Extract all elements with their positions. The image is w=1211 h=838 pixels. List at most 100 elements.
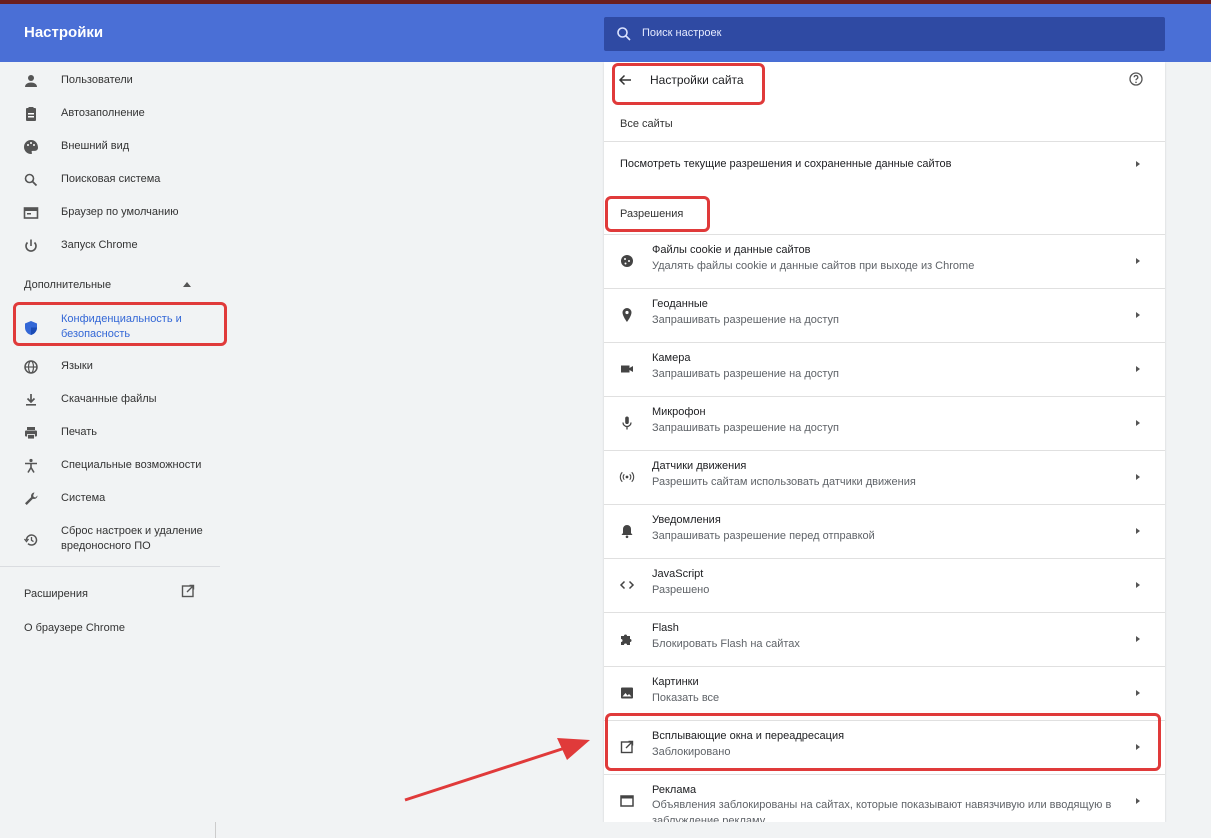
search-placeholder: Поиск настроек	[642, 27, 722, 39]
sidebar-item-system[interactable]: Система	[0, 486, 220, 512]
sidebar-item-reset[interactable]: Сброс настроек и удаление вредоносного П…	[0, 524, 220, 556]
chevron-right-icon	[1136, 420, 1140, 426]
bottom-bar	[0, 822, 1211, 838]
search-icon	[617, 27, 631, 41]
sidebar-item-label: Браузер по умолчанию	[61, 206, 179, 218]
chevron-right-icon	[1136, 474, 1140, 480]
wrench-icon	[25, 492, 38, 505]
sensors-icon	[619, 471, 635, 483]
row-subtitle: Запрашивать разрешение перед отправкой	[652, 530, 875, 542]
row-title: Всплывающие окна и переадресация	[652, 730, 845, 742]
permission-row-popups[interactable]: Всплывающие окна и переадресация Заблоки…	[604, 720, 1165, 774]
sidebar-item-label: Скачанные файлы	[61, 393, 157, 405]
restore-icon	[23, 534, 38, 546]
search-icon	[24, 173, 38, 187]
permission-row-location[interactable]: Геоданные Запрашивать разрешение на дост…	[604, 288, 1165, 342]
search-input[interactable]: Поиск настроек	[604, 17, 1165, 51]
sidebar-item-label: Внешний вид	[61, 140, 130, 152]
permission-row-cookies[interactable]: Файлы cookie и данные сайтов Удалять фай…	[604, 234, 1165, 288]
sidebar-item-label: Система	[61, 492, 106, 504]
row-subtitle: Заблокировано	[652, 746, 731, 758]
sidebar-item-appearance[interactable]: Внешний вид	[0, 134, 220, 160]
help-icon[interactable]	[1128, 71, 1144, 87]
sidebar-item-downloads[interactable]: Скачанные файлы	[0, 387, 220, 413]
clipboard-icon	[26, 107, 36, 121]
permission-row-flash[interactable]: Flash Блокировать Flash на сайтах	[604, 612, 1165, 666]
sidebar-item-accessibility[interactable]: Специальные возможности	[0, 453, 220, 479]
row-title: Файлы cookie и данные сайтов	[652, 244, 811, 256]
open-in-new-icon[interactable]	[181, 584, 195, 598]
sidebar-item-autofill[interactable]: Автозаполнение	[0, 101, 220, 127]
chevron-right-icon	[1136, 744, 1140, 750]
sidebar-item-default-browser[interactable]: Браузер по умолчанию	[0, 200, 220, 226]
row-title: Камера	[652, 352, 691, 364]
row-title: Датчики движения	[652, 460, 747, 472]
permission-row-sensors[interactable]: Датчики движения Разрешить сайтам исполь…	[604, 450, 1165, 504]
sidebar-item-printing[interactable]: Печать	[0, 420, 220, 446]
sidebar-item-label: Конфиденциальность и безопасность	[61, 313, 182, 340]
download-icon	[26, 394, 36, 406]
sidebar-item-privacy[interactable]: Конфиденциальность и безопасность	[0, 312, 220, 344]
settings-header: Настройки Поиск настроек	[0, 4, 1211, 62]
advanced-section-toggle[interactable]: Дополнительные	[24, 279, 111, 291]
row-title: Геоданные	[652, 298, 708, 310]
globe-icon	[24, 360, 38, 374]
sidebar-item-label: Пользователи	[61, 74, 133, 86]
row-title: Уведомления	[652, 514, 721, 526]
chevron-right-icon	[1136, 636, 1140, 642]
permission-row-notifications[interactable]: Уведомления Запрашивать разрешение перед…	[604, 504, 1165, 558]
permission-row-javascript[interactable]: JavaScript Разрешено	[604, 558, 1165, 612]
sidebar-item-label: Печать	[61, 426, 98, 438]
row-title: Картинки	[652, 676, 699, 688]
chevron-right-icon	[1136, 161, 1140, 167]
cookie-icon	[621, 255, 633, 267]
row-title: Реклама	[652, 784, 697, 796]
all-sites-row[interactable]: Посмотреть текущие разрешения и сохранен…	[604, 141, 1165, 178]
card-header: Настройки сайта	[604, 62, 1165, 98]
chevron-up-icon	[183, 282, 191, 287]
permission-row-camera[interactable]: Камера Запрашивать разрешение на доступ	[604, 342, 1165, 396]
row-subtitle: Разрешить сайтам использовать датчики дв…	[652, 476, 916, 488]
chevron-right-icon	[1136, 582, 1140, 588]
row-subtitle: Блокировать Flash на сайтах	[652, 638, 800, 650]
accessibility-icon	[25, 458, 37, 473]
permission-row-images[interactable]: Картинки Показать все	[604, 666, 1165, 720]
printer-icon	[25, 427, 37, 440]
camera-icon	[621, 365, 633, 373]
sidebar-item-search-engine[interactable]: Поисковая система	[0, 167, 220, 193]
page-title: Настройки	[24, 24, 104, 41]
row-subtitle: Запрашивать разрешение на доступ	[652, 368, 839, 380]
person-icon	[25, 75, 37, 87]
row-subtitle: Показать все	[652, 692, 720, 704]
sidebar-item-label: Запуск Chrome	[61, 239, 138, 251]
sidebar-item-languages[interactable]: Языки	[0, 354, 220, 380]
puzzle-icon	[621, 634, 632, 645]
permissions-header: Разрешения	[620, 208, 684, 220]
sidebar-item-startup[interactable]: Запуск Chrome	[0, 233, 220, 259]
power-icon	[25, 239, 37, 252]
all-sites-header: Все сайты	[620, 118, 673, 130]
bell-icon	[621, 525, 633, 539]
bottom-separator	[215, 822, 216, 838]
permission-row-ads[interactable]: Реклама Объявления заблокированы на сайт…	[604, 774, 1165, 822]
browser-icon	[23, 207, 39, 219]
card-title: Настройки сайта	[650, 73, 744, 87]
row-title: Flash	[652, 622, 679, 634]
chevron-right-icon	[1136, 366, 1140, 372]
back-arrow-icon[interactable]	[618, 73, 632, 87]
open-in-new-icon	[620, 740, 634, 754]
sidebar-item-users[interactable]: Пользователи	[0, 68, 220, 94]
row-subtitle: Запрашивать разрешение на доступ	[652, 314, 839, 326]
row-subtitle: Удалять файлы cookie и данные сайтов при…	[652, 260, 975, 272]
location-pin-icon	[622, 308, 632, 322]
row-subtitle: Объявления заблокированы на сайтах, кото…	[652, 799, 1112, 822]
permission-row-microphone[interactable]: Микрофон Запрашивать разрешение на досту…	[604, 396, 1165, 450]
sidebar-divider	[0, 566, 220, 567]
shield-icon	[25, 321, 37, 335]
chevron-right-icon	[1136, 528, 1140, 534]
row-title: Микрофон	[652, 406, 706, 418]
code-icon	[619, 580, 635, 590]
chevron-right-icon	[1136, 312, 1140, 318]
sidebar-item-extensions[interactable]: Расширения	[24, 588, 88, 600]
sidebar-item-about[interactable]: О браузере Chrome	[24, 622, 125, 634]
